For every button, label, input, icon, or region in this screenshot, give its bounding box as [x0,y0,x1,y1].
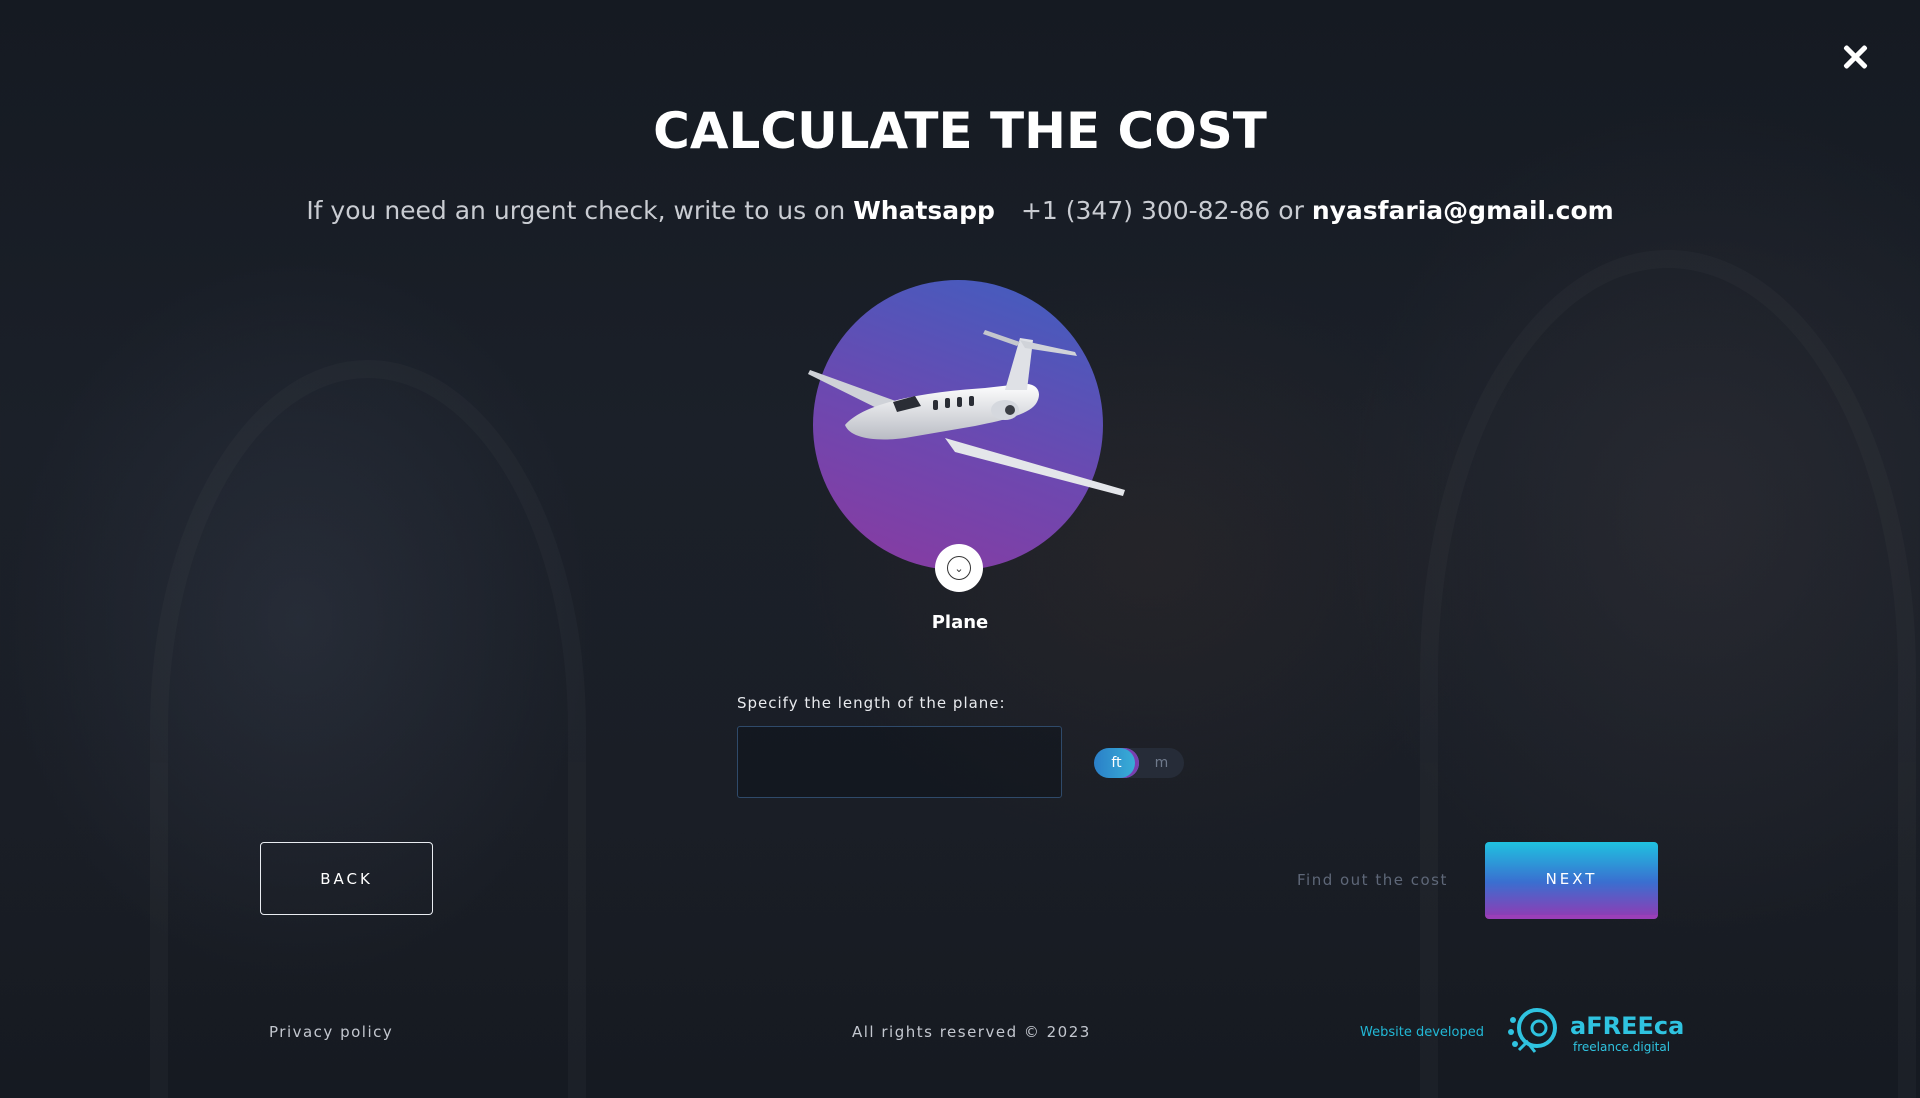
back-button[interactable]: BACK [260,842,433,915]
unit-option-ft[interactable]: ft [1094,748,1139,778]
find-cost-hint: Find out the cost [1297,871,1448,889]
subtitle-text: If you need an urgent check, write to us… [306,196,846,225]
length-input[interactable] [737,726,1062,798]
or-text: or [1278,196,1304,225]
developer-logo-icon[interactable] [1505,1006,1565,1056]
vehicle-dropdown-button[interactable]: ⌄ [935,544,983,592]
developer-brand-sub: freelance.digital [1573,1040,1671,1054]
unit-toggle[interactable]: ft m [1094,748,1184,778]
privacy-policy-link[interactable]: Privacy policy [269,1023,393,1041]
close-icon[interactable] [1838,40,1872,74]
plane-image [808,330,1125,496]
email-link[interactable]: nyasfaria@gmail.com [1312,196,1614,225]
copyright-text: All rights reserved © 2023 [852,1023,1091,1041]
developer-credit: Website developed [1360,1025,1484,1040]
chevron-down-icon: ⌄ [947,556,971,580]
page-title: CALCULATE THE COST [653,102,1267,160]
unit-option-m[interactable]: m [1139,748,1184,778]
developer-brand[interactable]: aFREEca [1570,1014,1684,1038]
background-arch-left [150,360,586,1098]
next-button[interactable]: NEXT [1485,842,1658,919]
background-arch-right [1420,250,1916,1098]
vehicle-name: Plane [931,612,989,633]
phone-number[interactable]: +1 (347) 300-82-86 [1021,196,1270,225]
length-label: Specify the length of the plane: [737,694,1006,712]
whatsapp-link[interactable]: Whatsapp [853,196,995,225]
contact-line: If you need an urgent check, write to us… [0,196,1920,225]
